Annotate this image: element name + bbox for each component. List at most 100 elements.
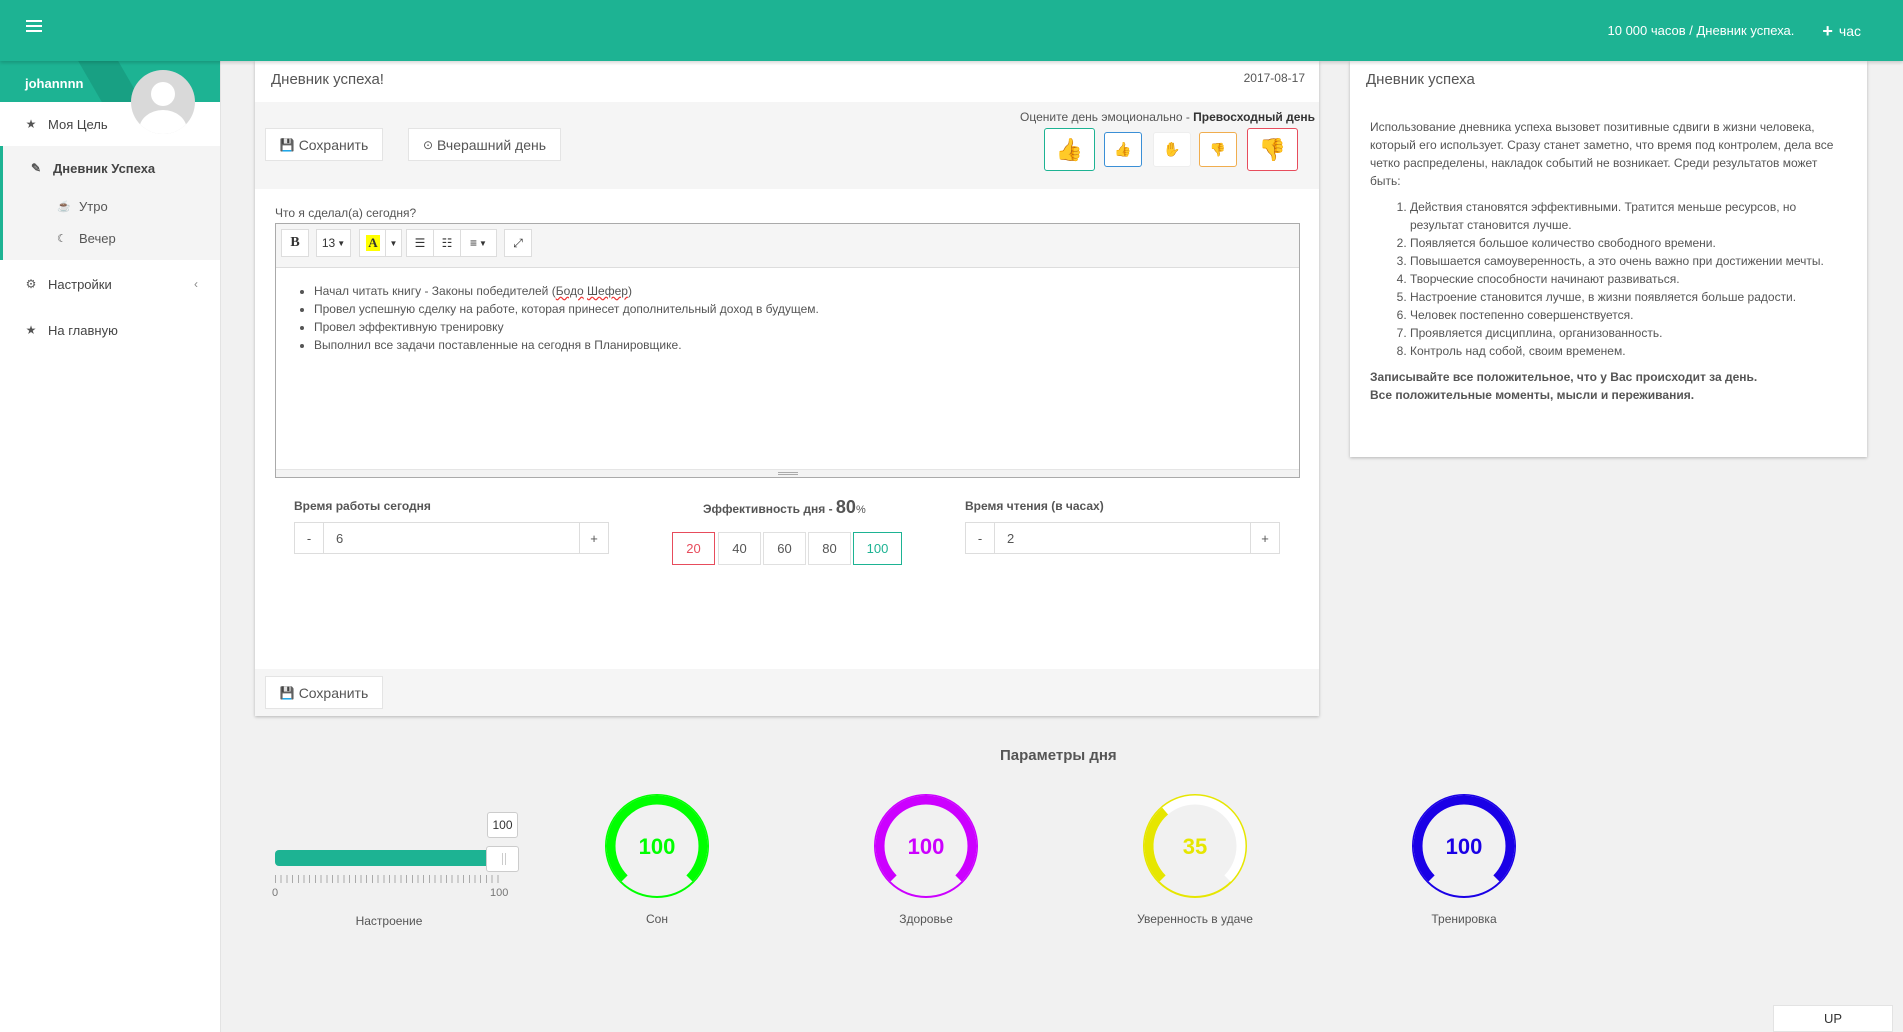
gauge-svg: 100 [874,794,978,898]
sidebar-item-home[interactable]: ★ На главную [0,308,220,352]
bullet-list-button[interactable]: ☰ [406,229,434,257]
info-outro-2: Все положительные моменты, мысли и переж… [1370,388,1695,402]
page-title: Дневник успеха! [271,71,384,88]
list-item: Человек постепенно совершенствуется. [1410,306,1848,324]
entry-text: Шефер [587,284,628,298]
efficiency-option-40[interactable]: 40 [718,532,761,565]
ordered-list-icon: ☷ [441,236,453,250]
efficiency-option-60[interactable]: 60 [763,532,806,565]
list-item: Появляется большое количество свободного… [1410,234,1848,252]
efficiency-label: Эффективность дня - 80% [703,497,866,518]
editor-content[interactable]: Начал читать книгу - Законы победителей … [276,268,1299,354]
sidebar-subitem-morning[interactable]: ☕ Утро [3,190,220,222]
info-title: Дневник успеха [1366,71,1475,88]
list-item: Творческие способности начинают развиват… [1410,270,1848,288]
work-time-stepper: - 6 + [294,522,609,554]
align-dropdown[interactable]: ≡ ▼ [460,229,497,257]
reading-time-decrement[interactable]: - [966,523,994,553]
list-item: Провел эффективную тренировку [314,318,1299,336]
efficiency-option-100[interactable]: 100 [853,532,902,565]
info-body: Использование дневника успеха вызовет по… [1370,118,1848,404]
list-item: Действия становятся эффективными. Тратит… [1410,198,1848,234]
save-button-bottom[interactable]: 💾 Сохранить [265,676,383,709]
sidebar-item-diary[interactable]: ✎ Дневник Успеха [3,146,220,190]
work-time-label: Время работы сегодня [294,499,431,513]
reading-time-increment[interactable]: + [1251,523,1279,553]
gauge-value: 35 [1183,834,1207,859]
emotion-great-button[interactable]: 👍 [1044,128,1095,171]
star-icon: ★ [25,323,37,337]
emotion-neutral-button[interactable]: ✋ [1153,132,1191,167]
info-intro: Использование дневника успеха вызовет по… [1370,120,1834,188]
gauge-svg: 100 [1412,794,1516,898]
hand-icon: ✋ [1163,141,1181,157]
sidebar-subitem-label: Утро [79,198,108,214]
editor-label: Что я сделал(а) сегодня? [275,206,417,220]
plus-icon: + [1822,20,1833,41]
rich-text-editor: B 13▼ A ▼ ☰ ☷ ≡▼ ⤢ Начал читать книгу - … [275,223,1300,478]
font-size-select[interactable]: 13 ▼ [316,229,351,257]
bold-button[interactable]: B [281,229,309,257]
reading-time-label: Время чтения (в часах) [965,499,1104,513]
save-label: Сохранить [298,136,369,153]
add-hour-label: час [1838,22,1861,39]
efficiency-option-20[interactable]: 20 [672,532,715,565]
fullscreen-button[interactable]: ⤢ [504,229,532,257]
entry-date: 2017-08-17 [1243,71,1305,85]
text-color-dropdown[interactable]: ▼ [385,229,402,257]
list-item: Начал читать книгу - Законы победителей … [314,282,1299,300]
list-item: Контроль над собой, своим временем. [1410,342,1848,360]
rate-prompt: Оцените день эмоционально - Превосходный… [1020,110,1315,124]
emotion-good-button[interactable]: 👍 [1104,132,1142,167]
mood-slider-track[interactable] [275,850,518,866]
caret-down-icon: ▼ [389,238,398,248]
thumbs-down-icon: 👎 [1209,141,1227,157]
efficiency-option-80[interactable]: 80 [808,532,851,565]
list-item: Настроение становится лучше, в жизни поя… [1410,288,1848,306]
info-card: Дневник успеха Использование дневника ус… [1350,61,1867,457]
work-time-input[interactable]: 6 [323,523,580,553]
bullet-list-icon: ☰ [414,236,426,250]
avatar[interactable] [131,70,195,134]
font-size-value: 13 [321,236,336,250]
params-title: Параметры дня [1000,747,1117,764]
thumbs-up-large-icon: 👍 [1055,136,1084,162]
editor-resize-handle[interactable] [276,469,1299,477]
emotion-bad-button[interactable]: 👎 [1199,132,1237,167]
floppy-icon: 💾 [279,137,295,152]
scroll-up-button[interactable]: UP [1773,1005,1893,1032]
breadcrumb-link[interactable]: 10 000 часов / Дневник успеха. [1608,23,1795,38]
text-color-button[interactable]: A [359,229,386,257]
sidebar-item-label: На главную [48,322,118,338]
efficiency-unit: % [855,504,866,516]
floppy-icon: 💾 [279,685,295,700]
mood-slider-fill [275,850,518,866]
save-button[interactable]: 💾 Сохранить [265,128,383,161]
add-hour-button[interactable]: + час [1822,22,1861,40]
yesterday-button[interactable]: ⊙ Вчерашний день [408,128,561,161]
diary-card: Дневник успеха! 2017-08-17 Оцените день … [255,61,1319,716]
yesterday-label: Вчерашний день [437,136,547,153]
sidebar-item-settings[interactable]: ⚙ Настройки ‹ [0,262,220,306]
work-time-increment[interactable]: + [580,523,608,553]
sidebar: johannnn ★ Моя Цель ✎ Дневник Успеха ☕ У… [0,61,221,1032]
circle-arrow-icon: ⊙ [422,137,434,152]
gauge-value: 100 [908,834,945,859]
gauge: 35 [1142,793,1248,899]
sidebar-subitem-evening[interactable]: ☾ Вечер [3,222,220,254]
mood-slider-handle[interactable] [486,846,519,872]
sidebar-group-diary: ✎ Дневник Успеха ☕ Утро ☾ Вечер [0,146,220,260]
work-time-decrement[interactable]: - [295,523,323,553]
mood-slider-ticks [275,875,503,883]
thumbs-up-icon: 👍 [1114,141,1132,157]
ordered-list-button[interactable]: ☷ [433,229,461,257]
emotion-terrible-button[interactable]: 👎 [1247,128,1298,171]
menu-toggle-icon[interactable] [26,20,42,34]
gauge-arc [1144,807,1169,882]
mood-max-label: 100 [490,887,509,899]
star-icon: ★ [25,117,37,131]
info-outro-1: Записывайте все положительное, что у Вас… [1370,370,1758,384]
entry-text: Начал читать книгу - Законы победителей … [314,284,556,298]
reading-time-input[interactable]: 2 [994,523,1251,553]
align-icon: ≡ [470,236,478,250]
